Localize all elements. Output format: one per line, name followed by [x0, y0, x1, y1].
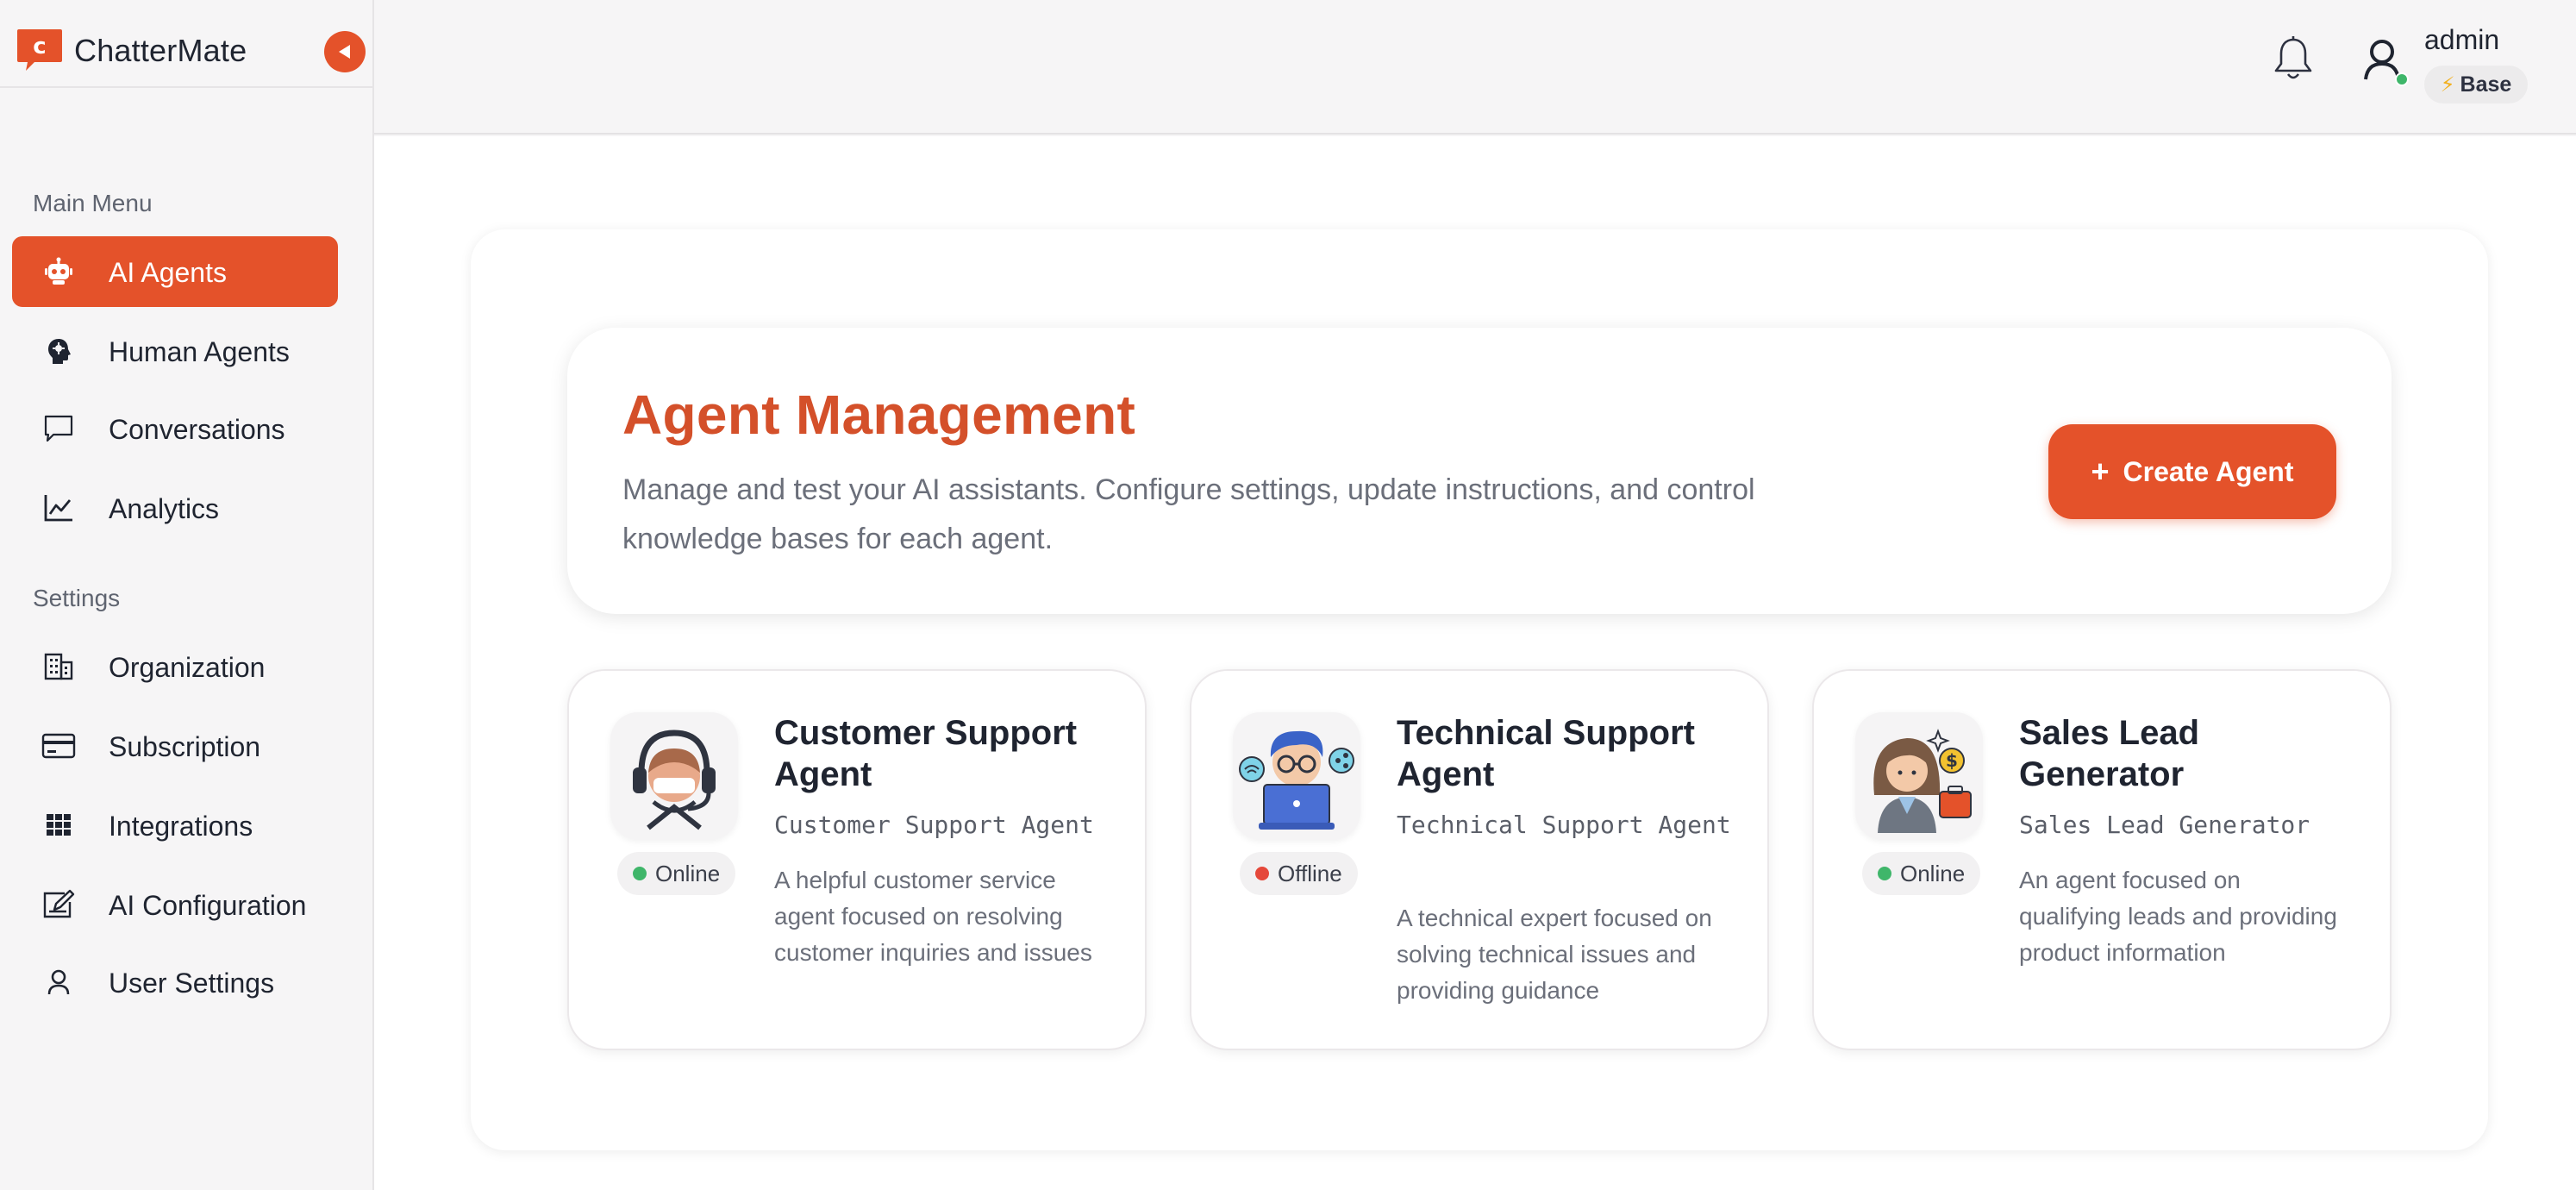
sidebar-item-integrations[interactable]: Integrations: [12, 790, 338, 861]
create-agent-label: Create Agent: [2123, 455, 2294, 487]
agent-description: An agent focused on qualifying leads and…: [2019, 867, 2337, 966]
sidebar-item-human-agents[interactable]: Human Agents: [12, 316, 338, 386]
sidebar-item-label: Human Agents: [109, 336, 290, 367]
plan-label: Base: [2460, 72, 2512, 97]
status-label: Offline: [1278, 861, 1342, 886]
agent-description: A helpful customer service agent focused…: [774, 867, 1092, 966]
agent-card-sales-lead-generator[interactable]: $ Online Sales Lead Generator Sales Lead…: [1812, 669, 2392, 1050]
sidebar-item-ai-configuration[interactable]: AI Configuration: [12, 869, 338, 940]
robot-icon: [41, 254, 76, 289]
sidebar: c ChatterMate Main Menu AI Agents Human …: [0, 0, 374, 1190]
human-head-icon: [41, 334, 76, 368]
headset-agent-avatar: [610, 712, 738, 840]
sidebar-item-analytics[interactable]: Analytics: [12, 473, 338, 543]
svg-text:c: c: [33, 34, 46, 60]
building-icon: [41, 649, 76, 684]
status-dot: [1255, 867, 1269, 880]
sidebar-item-label: Analytics: [109, 493, 220, 524]
chattermate-logo: c: [17, 29, 62, 71]
status-label: Online: [655, 861, 721, 886]
status-dot: [633, 867, 647, 880]
chat-bubble-icon: [41, 411, 76, 446]
sidebar-item-label: Organization: [109, 652, 266, 683]
svg-text:$: $: [1946, 750, 1958, 771]
collapse-sidebar-button[interactable]: [324, 31, 366, 72]
sidebar-item-label: Subscription: [109, 731, 261, 762]
agent-name: Sales Lead Generator: [2019, 714, 2200, 793]
agent-display-name: Customer Support Agent: [774, 811, 1094, 839]
online-status-dot: [2395, 72, 2409, 86]
credit-card-icon: [41, 729, 76, 763]
user-name: admin: [2424, 24, 2500, 55]
triangle-left-icon: [339, 45, 350, 59]
status-badge: Online: [1862, 852, 1981, 895]
agent-card-customer-support[interactable]: Online Customer Support Agent Customer S…: [567, 669, 1147, 1050]
section-label-main-menu: Main Menu: [33, 190, 153, 216]
sidebar-item-user-settings[interactable]: User Settings: [12, 947, 338, 1018]
top-header: [374, 0, 2576, 135]
edit-config-icon: [41, 887, 76, 922]
agent-description: A technical expert focused on solving te…: [1397, 905, 1712, 1004]
sidebar-item-conversations[interactable]: Conversations: [12, 393, 338, 464]
plan-badge: ⚡ Base: [2424, 66, 2528, 103]
sidebar-item-label: User Settings: [109, 968, 275, 999]
section-label-settings: Settings: [33, 585, 121, 611]
line-chart-icon: [41, 491, 76, 525]
grid-icon: [41, 808, 76, 842]
status-dot: [1878, 867, 1891, 880]
sidebar-item-label: AI Agents: [109, 257, 227, 288]
sales-woman-avatar: $: [1855, 712, 1983, 840]
lightning-icon: ⚡: [2440, 72, 2455, 97]
status-label: Online: [1900, 861, 1966, 886]
sidebar-item-label: AI Configuration: [109, 890, 307, 921]
status-badge: Online: [617, 852, 736, 895]
user-icon: [41, 965, 76, 999]
agent-name: Customer Support Agent: [774, 714, 1078, 793]
status-badge: Offline: [1240, 852, 1358, 895]
plus-icon: +: [2091, 454, 2110, 489]
sidebar-item-ai-agents[interactable]: AI Agents: [12, 236, 338, 307]
sidebar-item-subscription[interactable]: Subscription: [12, 711, 338, 781]
agent-display-name: Sales Lead Generator: [2019, 811, 2310, 839]
tech-laptop-avatar: [1233, 712, 1360, 840]
bell-icon[interactable]: [2271, 34, 2316, 83]
sidebar-item-organization[interactable]: Organization: [12, 631, 338, 702]
agent-name: Technical Support Agent: [1397, 714, 1695, 793]
sidebar-item-label: Integrations: [109, 811, 253, 842]
agent-card-technical-support[interactable]: Offline Technical Support Agent Technica…: [1190, 669, 1769, 1050]
brand-header: c ChatterMate: [0, 0, 372, 88]
agent-display-name: Technical Support Agent: [1397, 811, 1731, 839]
page-title: Agent Management: [622, 384, 1136, 446]
create-agent-button[interactable]: + Create Agent: [2048, 424, 2336, 519]
brand-name: ChatterMate: [74, 33, 247, 68]
sidebar-item-label: Conversations: [109, 414, 285, 445]
page-description: Manage and test your AI assistants. Conf…: [622, 473, 1755, 555]
